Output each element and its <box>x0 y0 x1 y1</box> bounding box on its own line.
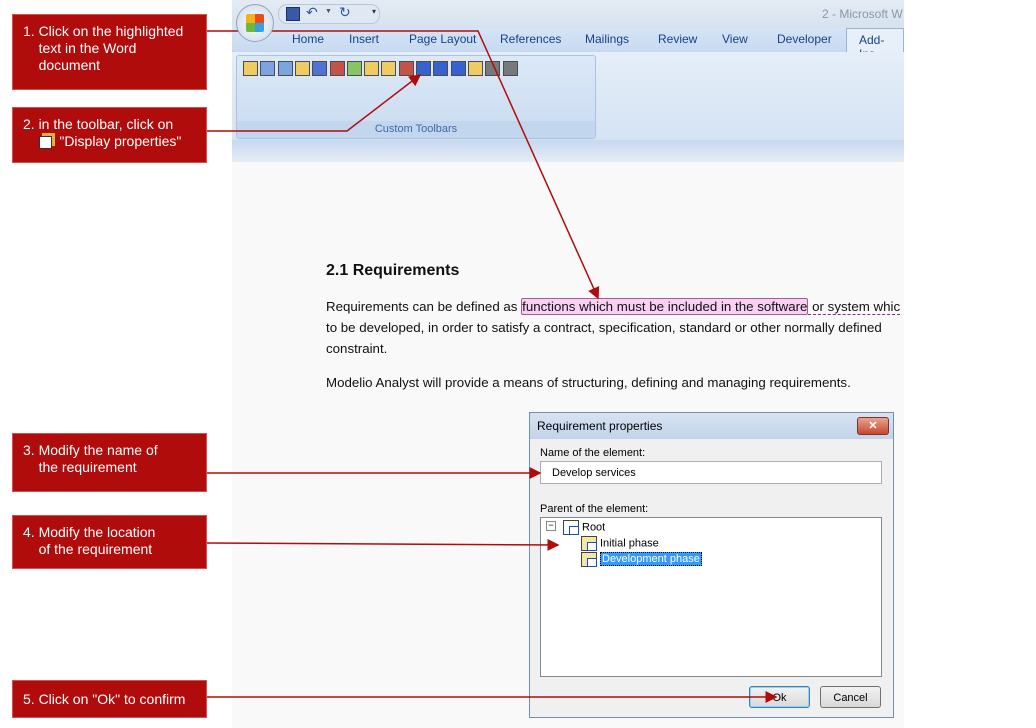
arrow-step-1 <box>207 30 600 300</box>
arrow-step-2 <box>207 74 422 132</box>
office-button[interactable] <box>236 4 274 42</box>
office-logo-icon <box>246 14 264 32</box>
annotation-arrows <box>206 30 778 703</box>
arrow-step-4 <box>206 538 560 551</box>
